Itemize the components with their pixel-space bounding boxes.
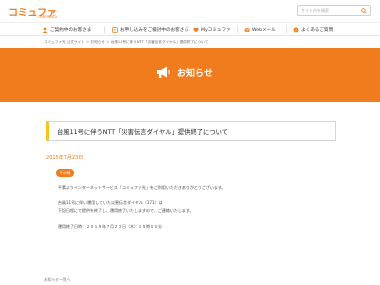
commufa-logo[interactable]: コミュファ commufa [8,4,68,20]
signup-icon [112,26,118,33]
nav-item-faq[interactable]: ? よくあるご質問 [293,23,333,36]
article-paragraph: 平素よりインターネットサービス「コミュファ光」をご利用いただきありがとうございま… [58,185,226,190]
article-paragraph: 下記日程にて提供を終了し、運用終了いたしますので、ご連絡いたします。 [58,208,194,213]
article-paragraph: 運用終了日時：２０１５年７月２３日（木）１５時００分 [58,224,162,229]
nav-label: Myコミュファ [201,27,231,33]
person-icon [42,27,48,33]
nav-divider [237,26,238,33]
nav-label: よくあるご質問 [301,27,334,33]
nav-divider [286,26,287,33]
page: コミュファ commufa ご契約中のお客さま お申し込みをご検討中のお客さま … [0,0,380,285]
nav-label: お申し込みをご検討中のお客さま [120,27,189,33]
site-search [297,5,371,16]
site-header: コミュファ commufa [0,0,380,22]
nav-item-prospective-customers[interactable]: お申し込みをご検討中のお客さま [112,23,189,36]
page-title: お知らせ [177,68,213,79]
page-footer: お知らせ一覧へ [0,272,380,285]
nav-divider [186,26,187,33]
nav-item-webmail[interactable]: Webメール [244,23,276,36]
footer-link[interactable]: お知らせ一覧へ [44,277,71,283]
nav-label: Webメール [252,27,276,33]
search-input[interactable] [301,6,359,15]
article-paragraph: 台風11号に伴い運用していた災害伝言ダイヤル（171）は [58,200,163,205]
article-title: 台風11号に伴うNTT「災害伝言ダイヤル」提供終了について [57,129,229,136]
megaphone-icon [157,66,170,78]
svg-text:?: ? [295,28,297,32]
article-date: 2015年7月23日 [46,155,84,161]
heart-icon [193,27,199,32]
logo-sub-text: commufa [38,14,57,19]
mail-icon [244,27,250,32]
article-title-box: 台風11号に伴うNTT「災害伝言ダイヤル」提供終了について [46,121,336,141]
nav-divider [104,26,105,33]
nav-item-current-customers[interactable]: ご契約中のお客さま [42,23,91,36]
question-icon: ? [293,26,299,33]
search-icon[interactable] [361,8,367,14]
nav-label: ご契約中のお客さま [50,27,92,33]
banner-heading: お知らせ [155,65,213,79]
category-badge: その他 [56,169,74,177]
nav-item-my-commufa[interactable]: Myコミュファ [193,23,231,36]
breadcrumb[interactable]: コミュファ光 公式サイト ＞ お知らせ ＞ 台風11号に伴うNTT「災害伝言ダイ… [44,40,208,45]
global-nav: ご契約中のお客さま お申し込みをご検討中のお客さま Myコミュファ Webメール… [0,22,380,36]
page-banner: お知らせ [0,48,380,102]
